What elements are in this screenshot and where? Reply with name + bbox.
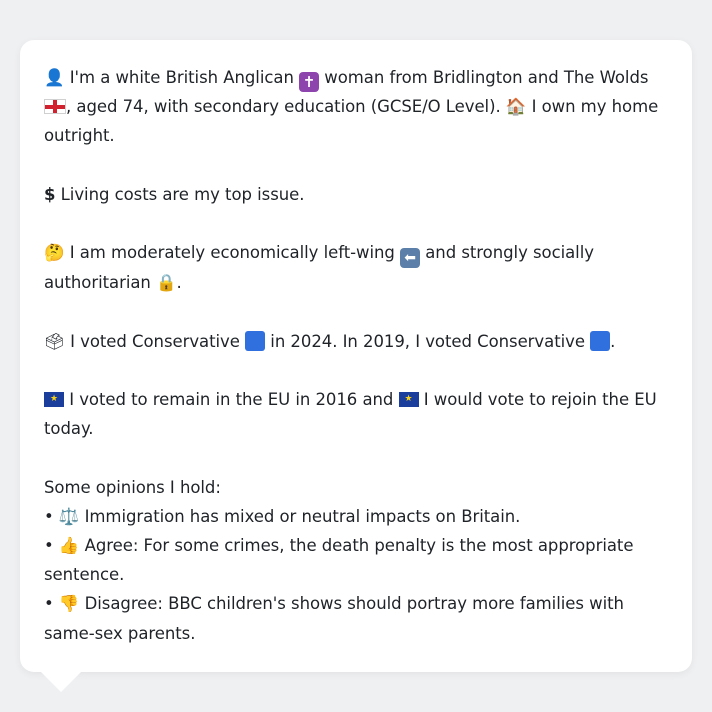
bullet: •: [44, 594, 54, 614]
ballot-box-icon: 🗳: [44, 331, 65, 351]
lock-icon: 🔒: [156, 273, 177, 293]
england-flag-icon: [44, 99, 66, 115]
persona-description: 👤 I'm a white British Anglican ✝ woman f…: [44, 63, 668, 648]
eu-flag-icon: ★: [398, 391, 419, 407]
dollar-sign-icon: $: [44, 184, 56, 204]
conservative-square-icon: [590, 330, 611, 351]
votes-text-2: in 2024. In 2019, I voted Conservative: [270, 331, 585, 351]
opinion-item: • 👍 Agree: For some crimes, the death pe…: [44, 531, 668, 589]
left-arrow-icon: ⬅: [400, 248, 421, 269]
eu-paragraph: ★ I voted to remain in the EU in 2016 an…: [44, 385, 668, 443]
thumbs-down-icon: 👎: [58, 594, 80, 614]
intro-text-3: , aged 74, with secondary education (GCS…: [66, 97, 501, 117]
votes-text-3: .: [610, 331, 616, 351]
votes-paragraph: 🗳 I voted Conservative in 2024. In 2019,…: [44, 327, 668, 356]
house-icon: 🏠: [505, 97, 527, 117]
opinion-item: • ⚖️ Immigration has mixed or neutral im…: [44, 502, 668, 531]
conservative-square-icon: [245, 330, 266, 351]
opinion-text: Immigration has mixed or neutral impacts…: [84, 506, 521, 526]
eu-text-1: I voted to remain in the EU in 2016 and: [69, 389, 394, 409]
ideology-paragraph: 🤔 I am moderately economically left-wing…: [44, 238, 668, 297]
intro-paragraph: 👤 I'm a white British Anglican ✝ woman f…: [44, 63, 668, 151]
bullet: •: [44, 506, 54, 526]
opinion-text: Disagree: BBC children's shows should po…: [44, 594, 624, 643]
opinion-item: • 👎 Disagree: BBC children's shows shoul…: [44, 589, 668, 647]
message-bubble: 👤 I'm a white British Anglican ✝ woman f…: [20, 40, 692, 672]
bullet: •: [44, 535, 54, 555]
intro-text-2: woman from Bridlington and The Wolds: [324, 68, 649, 87]
votes-text-1: I voted Conservative: [70, 331, 240, 351]
bust-in-silhouette-icon: 👤: [44, 68, 65, 87]
top-issue-text: Living costs are my top issue.: [60, 184, 305, 204]
balance-scale-icon: ⚖️: [58, 506, 80, 526]
bubble-tail: [40, 671, 82, 692]
top-issue-paragraph: $ Living costs are my top issue.: [44, 180, 668, 209]
ideology-text-3: .: [176, 273, 182, 293]
thinking-face-icon: 🤔: [44, 243, 65, 263]
opinion-text: Agree: For some crimes, the death penalt…: [44, 535, 634, 585]
ideology-text-1: I am moderately economically left-wing: [69, 243, 395, 263]
opinions-heading: Some opinions I hold:: [44, 477, 221, 497]
eu-flag-icon: ★: [44, 391, 64, 407]
latin-cross-icon: ✝: [299, 72, 320, 92]
intro-text-1: I'm a white British Anglican: [69, 68, 294, 87]
thumbs-up-icon: 👍: [58, 535, 80, 555]
